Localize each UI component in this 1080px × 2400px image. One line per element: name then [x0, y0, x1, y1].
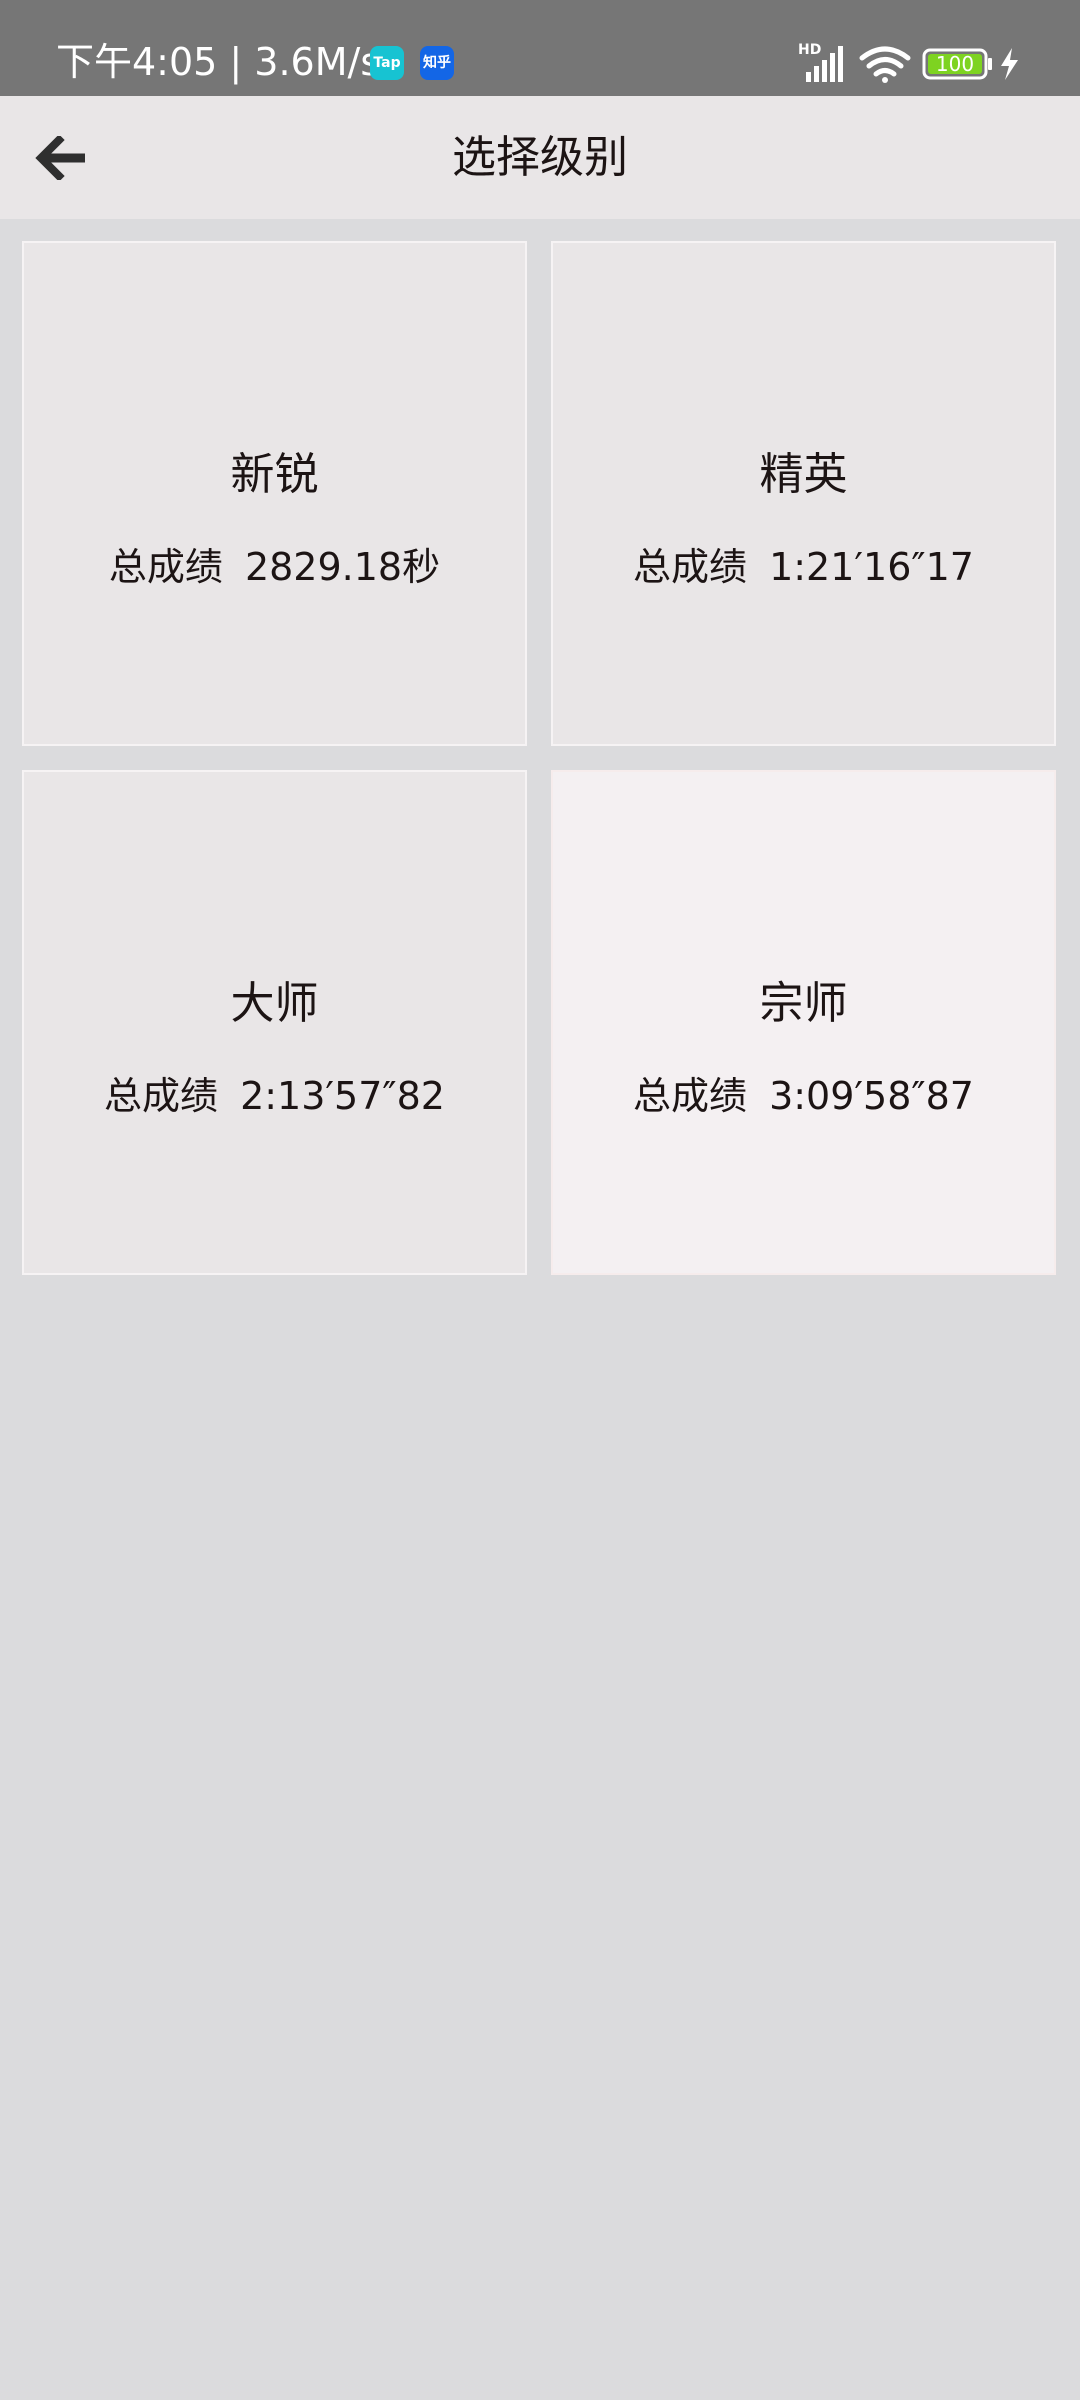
- network-type-label: HD: [798, 42, 821, 58]
- level-name: 大师: [230, 978, 319, 1029]
- score-label: 总成绩: [108, 545, 223, 589]
- score-label: 总成绩: [104, 1074, 219, 1118]
- status-bar: 下午4:05 | 3.6M/s Tap 知乎 HD 100: [0, 0, 1080, 96]
- level-name: 精英: [759, 449, 848, 500]
- status-time-speed: 下午4:05 | 3.6M/s: [56, 40, 381, 84]
- battery-level: 100: [936, 52, 974, 76]
- app-bar: 选择级别: [0, 96, 1080, 219]
- level-card-xinrui[interactable]: 新锐 总成绩 2829.18秒: [22, 241, 527, 746]
- level-name: 宗师: [759, 978, 848, 1029]
- level-score: 总成绩 2:13′57″82: [24, 1070, 525, 1122]
- score-value: 3:09′58″87: [769, 1074, 974, 1118]
- tap-app-icon: Tap: [370, 46, 404, 80]
- battery-icon: 100: [922, 48, 992, 80]
- score-value: 1:21′16″17: [769, 545, 974, 589]
- level-card-dashi[interactable]: 大师 总成绩 2:13′57″82: [22, 770, 527, 1275]
- signal-icon: HD: [798, 42, 843, 82]
- level-score: 总成绩 2829.18秒: [24, 541, 525, 593]
- score-value: 2829.18秒: [244, 545, 441, 589]
- wifi-icon: [859, 46, 911, 83]
- score-label: 总成绩: [633, 545, 748, 589]
- level-card-zongshi[interactable]: 宗师 总成绩 3:09′58″87: [551, 770, 1056, 1275]
- page-title: 选择级别: [452, 132, 628, 183]
- status-icons: HD 100: [798, 42, 1018, 83]
- charging-icon: [1001, 48, 1018, 80]
- level-score: 总成绩 1:21′16″17: [553, 541, 1054, 593]
- score-value: 2:13′57″82: [240, 1074, 445, 1118]
- level-card-jingying[interactable]: 精英 总成绩 1:21′16″17: [551, 241, 1056, 746]
- level-score: 总成绩 3:09′58″87: [553, 1070, 1054, 1122]
- zhihu-app-icon: 知乎: [420, 46, 454, 80]
- score-label: 总成绩: [633, 1074, 748, 1118]
- level-name: 新锐: [230, 449, 319, 500]
